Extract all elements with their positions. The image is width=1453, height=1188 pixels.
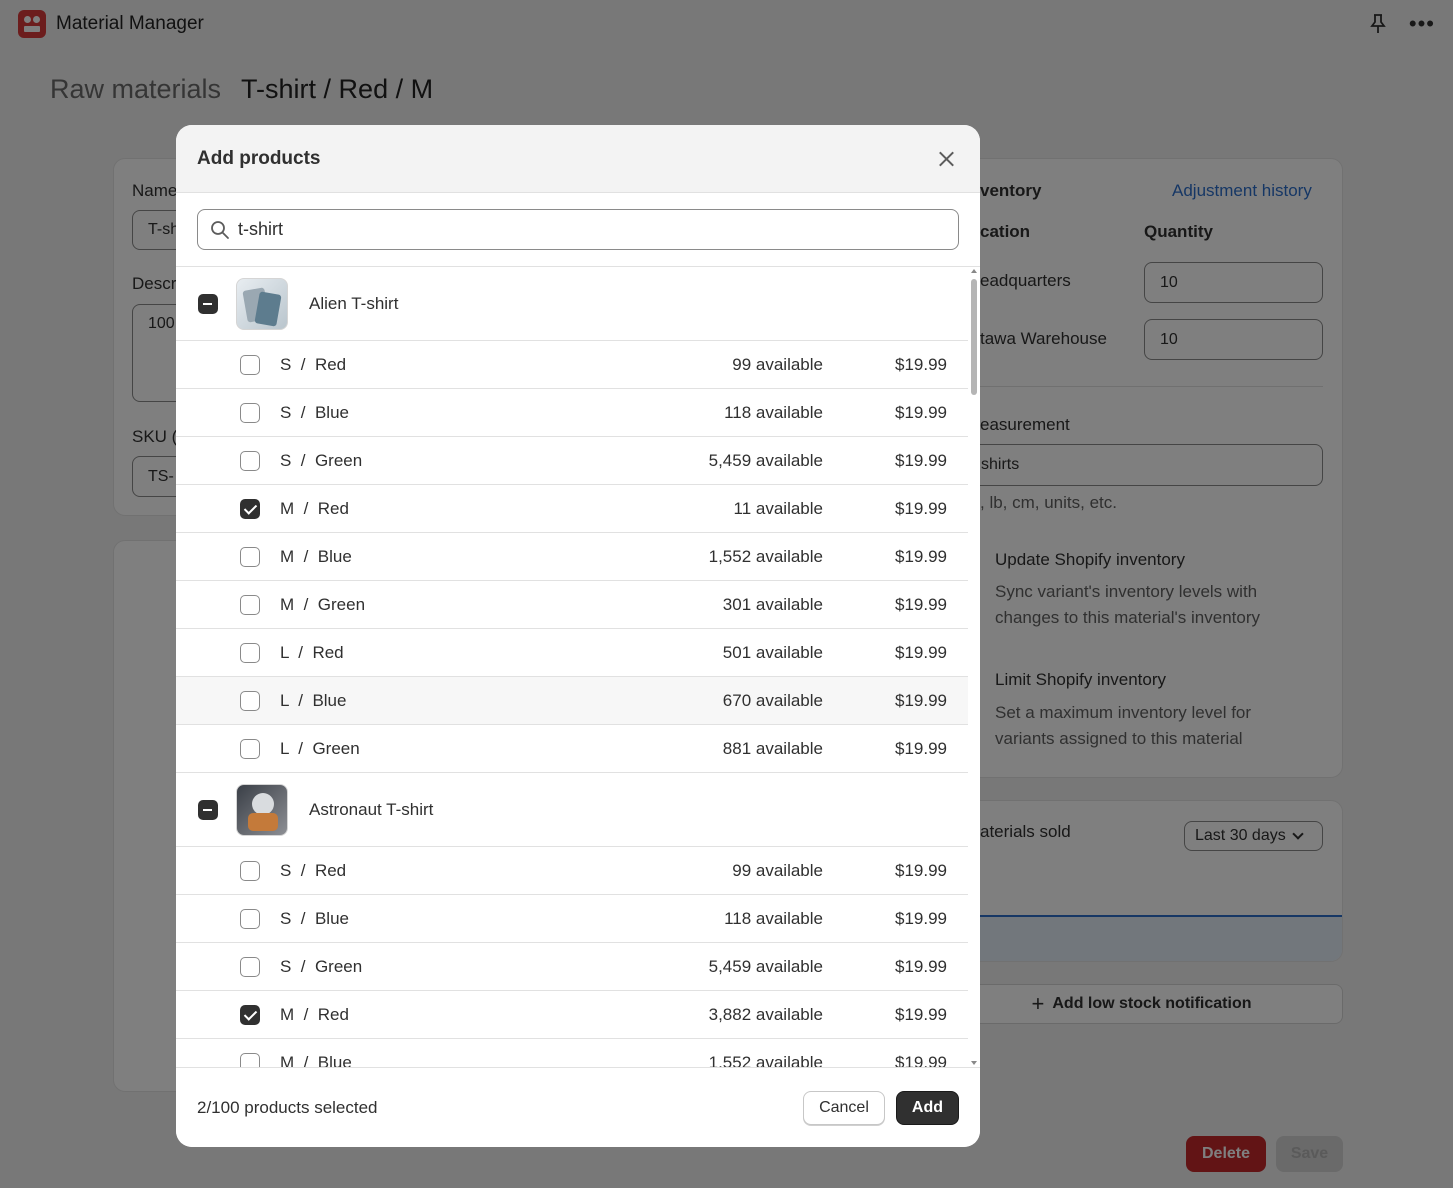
variant-name: L / Blue <box>280 690 347 710</box>
variant-name: L / Red <box>280 642 344 662</box>
add-button[interactable]: Add <box>895 1090 959 1125</box>
variant-availability: 118 available <box>724 908 823 928</box>
variant-availability: 881 available <box>722 738 823 758</box>
variant-price: $19.99 <box>895 354 947 374</box>
product-checkbox[interactable] <box>198 293 218 314</box>
variant-checkbox[interactable] <box>240 498 260 519</box>
variant-row[interactable]: L / Red 501 available $19.99 <box>176 629 968 677</box>
variant-availability: 99 available <box>732 354 823 374</box>
variant-row[interactable]: S / Blue 118 available $19.99 <box>176 389 968 437</box>
variant-availability: 99 available <box>732 860 823 880</box>
variant-price: $19.99 <box>895 402 947 422</box>
variant-price: $19.99 <box>895 956 947 976</box>
variant-checkbox[interactable] <box>240 860 260 881</box>
variant-availability: 11 available <box>733 498 823 518</box>
variant-row[interactable]: M / Blue 1,552 available $19.99 <box>176 533 968 581</box>
variant-price: $19.99 <box>895 642 947 662</box>
variant-checkbox[interactable] <box>240 546 260 567</box>
product-name: Astronaut T-shirt <box>309 799 434 819</box>
product-list: Alien T-shirt S / Red 99 available $19.99 … <box>176 267 968 1067</box>
variant-checkbox[interactable] <box>240 594 260 615</box>
variant-row[interactable]: M / Red 3,882 available $19.99 <box>176 991 968 1039</box>
variant-checkbox[interactable] <box>240 956 260 977</box>
variant-price: $19.99 <box>895 690 947 710</box>
variant-price: $19.99 <box>895 738 947 758</box>
variant-checkbox[interactable] <box>240 1004 260 1025</box>
modal-header: Add products <box>176 125 980 193</box>
product-checkbox[interactable] <box>198 799 218 820</box>
product-thumbnail <box>236 277 288 330</box>
product-row[interactable]: Alien T-shirt <box>176 267 968 341</box>
variant-row[interactable]: L / Blue 670 available $19.99 <box>176 677 968 725</box>
product-row[interactable]: Astronaut T-shirt <box>176 773 968 847</box>
variant-name: S / Blue <box>280 908 349 928</box>
search-box[interactable] <box>197 209 959 250</box>
variant-row[interactable]: S / Green 5,459 available $19.99 <box>176 943 968 991</box>
variant-price: $19.99 <box>895 860 947 880</box>
variant-price: $19.99 <box>895 450 947 470</box>
variant-name: S / Blue <box>280 402 349 422</box>
cancel-button[interactable]: Cancel <box>803 1090 885 1125</box>
product-name: Alien T-shirt <box>309 293 399 313</box>
scrollbar-thumb[interactable] <box>971 279 977 395</box>
product-thumbnail <box>236 783 288 836</box>
add-products-modal: Add products Alien T-shirt S / Red 99 ava… <box>176 125 980 1147</box>
variant-checkbox[interactable] <box>240 354 260 375</box>
modal-footer: 2/100 products selected Cancel Add <box>176 1067 980 1147</box>
variant-row[interactable]: M / Blue 1,552 available $19.99 <box>176 1039 968 1067</box>
variant-name: M / Blue <box>280 546 352 566</box>
search-section <box>176 193 980 267</box>
variant-availability: 301 available <box>722 594 823 614</box>
modal-title: Add products <box>197 147 321 169</box>
variant-availability: 5,459 available <box>708 450 823 470</box>
variant-name: S / Green <box>280 956 363 976</box>
variant-row[interactable]: S / Blue 118 available $19.99 <box>176 895 968 943</box>
variant-price: $19.99 <box>895 498 947 518</box>
variant-price: $19.99 <box>895 1004 947 1024</box>
variant-name: S / Red <box>280 354 347 374</box>
variant-name: M / Blue <box>280 1052 352 1068</box>
variant-row[interactable]: S / Red 99 available $19.99 <box>176 847 968 895</box>
variant-name: M / Green <box>280 594 366 614</box>
variant-checkbox[interactable] <box>240 690 260 711</box>
variant-row[interactable]: S / Red 99 available $19.99 <box>176 341 968 389</box>
variant-name: S / Red <box>280 860 347 880</box>
variant-checkbox[interactable] <box>240 402 260 423</box>
variant-row[interactable]: M / Red 11 available $19.99 <box>176 485 968 533</box>
variant-availability: 5,459 available <box>708 956 823 976</box>
variant-price: $19.99 <box>895 1052 947 1068</box>
selected-count: 2/100 products selected <box>197 1097 378 1117</box>
variant-price: $19.99 <box>895 594 947 614</box>
variant-availability: 501 available <box>722 642 823 662</box>
variant-row[interactable]: L / Green 881 available $19.99 <box>176 725 968 773</box>
close-icon[interactable] <box>935 147 959 171</box>
variant-name: L / Green <box>280 738 360 758</box>
variant-availability: 670 available <box>722 690 823 710</box>
scroll-up-icon[interactable] <box>971 269 977 273</box>
variant-availability: 118 available <box>724 402 823 422</box>
variant-availability: 1,552 available <box>708 1052 823 1068</box>
variant-checkbox[interactable] <box>240 450 260 471</box>
variant-row[interactable]: S / Green 5,459 available $19.99 <box>176 437 968 485</box>
variant-checkbox[interactable] <box>240 1052 260 1067</box>
variant-price: $19.99 <box>895 908 947 928</box>
scroll-down-icon[interactable] <box>971 1061 977 1065</box>
variant-availability: 1,552 available <box>708 546 823 566</box>
variant-price: $19.99 <box>895 546 947 566</box>
variant-checkbox[interactable] <box>240 908 260 929</box>
variant-availability: 3,882 available <box>708 1004 823 1024</box>
variant-name: S / Green <box>280 450 363 470</box>
list-scrollbar[interactable] <box>968 267 980 1067</box>
search-input[interactable] <box>238 219 918 240</box>
variant-name: M / Red <box>280 1004 349 1024</box>
search-icon <box>211 220 229 239</box>
variant-row[interactable]: M / Green 301 available $19.99 <box>176 581 968 629</box>
variant-name: M / Red <box>280 498 349 518</box>
variant-checkbox[interactable] <box>240 738 260 759</box>
variant-checkbox[interactable] <box>240 642 260 663</box>
